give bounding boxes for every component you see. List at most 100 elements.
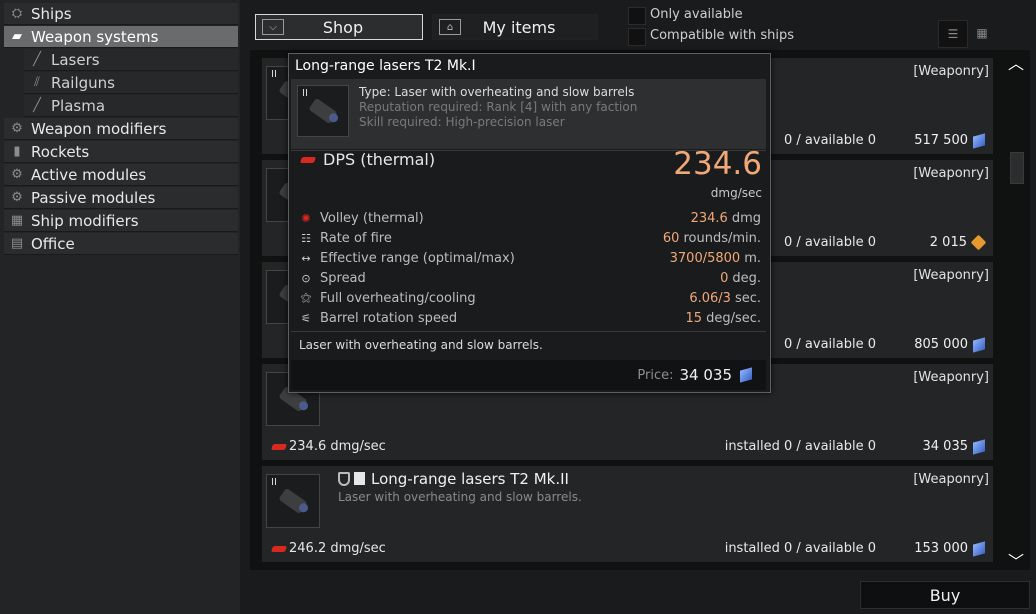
credits-icon — [973, 336, 985, 353]
heat-icon: ⚝ — [300, 291, 312, 304]
stat-unit: deg/sec. — [706, 310, 761, 326]
sidebar-item-passive-modules[interactable]: ⚙ Passive modules — [4, 187, 238, 209]
stat-label: Spread — [320, 270, 366, 286]
category-tag: [Weaponry] — [913, 472, 989, 487]
sidebar-item-label: Railguns — [51, 73, 115, 92]
sidebar-item-railguns[interactable]: ⫽ Railguns — [24, 72, 238, 94]
price-value: 517 500 — [914, 133, 968, 148]
office-icon: ▤ — [10, 236, 24, 251]
compatible-ships-label: Compatible with ships — [650, 28, 794, 43]
tab-shop[interactable]: ⌵ Shop — [255, 14, 423, 40]
gear-icon: ⚙ — [11, 121, 23, 136]
item-title: Long-range lasers T2 Mk.II — [338, 470, 569, 488]
divider — [291, 331, 766, 332]
list-view-icon: ☰ — [947, 27, 959, 41]
shop-icon: ⌵ — [262, 19, 284, 35]
only-available-label: Only available — [650, 7, 743, 22]
price-value: 805 000 — [914, 337, 968, 352]
sidebar-item-label: Active modules — [31, 165, 147, 184]
price-value: 153 000 — [914, 541, 968, 556]
tooltip-price-bar: Price: 34 035 — [291, 360, 766, 390]
sidebar-item-weapon-modifiers[interactable]: ⚙ Weapon modifiers — [4, 118, 238, 140]
only-available-checkbox[interactable] — [628, 7, 646, 25]
stat-value: 234.6 — [690, 210, 728, 226]
item-price: 153 000 — [914, 540, 985, 557]
list-view-button[interactable]: ☰ — [938, 20, 968, 48]
item-description: Laser with overheating and slow barrels. — [338, 490, 582, 504]
tooltip-title: Long-range lasers T2 Mk.I — [295, 58, 476, 74]
laser-barrel-icon — [278, 487, 308, 515]
dps-unit: dmg/sec — [710, 186, 762, 200]
sidebar-item-weapon-systems[interactable]: ▰ Weapon systems — [4, 26, 238, 48]
sidebar-item-active-modules[interactable]: ⚙ Active modules — [4, 164, 238, 186]
reputation-requirement: Reputation required: Rank [4] with any f… — [359, 100, 638, 114]
dps-value: 246.2 dmg/sec — [289, 541, 386, 556]
credits-icon — [973, 132, 985, 149]
dps-icon — [270, 443, 288, 450]
sidebar-item-label: Weapon modifiers — [31, 119, 167, 138]
price-label: Price: — [637, 367, 674, 383]
stat-value: 0 — [720, 270, 729, 286]
dps-value: 234.6 — [673, 146, 762, 182]
scroll-down-icon[interactable]: ﹀ — [1006, 550, 1026, 571]
stat-label: Effective range (optimal/max) — [320, 250, 515, 266]
item-tooltip: Long-range lasers T2 Mk.I II Type: Laser… — [288, 53, 771, 393]
dps-icon — [270, 545, 288, 552]
sidebar-item-label: Weapon systems — [31, 27, 159, 46]
sidebar-item-label: Ships — [31, 4, 72, 23]
stat-value: 60 — [662, 230, 680, 246]
range-icon: ↔ — [301, 251, 311, 265]
stat-spread: ⊙ Spread 0 deg. — [299, 269, 761, 287]
grid-view-icon: ▦ — [976, 26, 988, 40]
weapon-icon: ▰ — [12, 29, 22, 44]
category-tag: [Weaponry] — [913, 166, 989, 181]
spread-icon: ⊙ — [301, 271, 311, 285]
list-scrollbar[interactable]: ︿ ﹀ — [1006, 52, 1026, 571]
dps-value: 234.6 dmg/sec — [289, 439, 386, 454]
item-thumbnail: II — [297, 85, 349, 137]
sidebar-item-lasers[interactable]: ╱ Lasers — [24, 49, 238, 71]
dps-icon — [299, 156, 317, 163]
sidebar-item-ship-modifiers[interactable]: ▦ Ship modifiers — [4, 210, 238, 232]
sidebar-item-label: Rockets — [31, 142, 90, 161]
sidebar-item-label: Passive modules — [31, 188, 156, 207]
stat-label: Barrel rotation speed — [320, 310, 458, 326]
tier-label: II — [302, 88, 308, 99]
dps-label-text: DPS (thermal) — [323, 150, 436, 169]
item-price: 517 500 — [914, 132, 985, 149]
item-dps: 234.6 dmg/sec — [270, 439, 386, 454]
stat-label: Rate of fire — [320, 230, 392, 246]
dps-label: DPS (thermal) — [299, 150, 436, 169]
scrollbar-thumb[interactable] — [1010, 152, 1024, 184]
sidebar-item-label: Lasers — [51, 50, 100, 69]
credits-icon — [973, 438, 985, 455]
item-thumbnail: II — [266, 474, 320, 528]
stat-unit: dmg — [731, 210, 761, 226]
stat-unit: rounds/min. — [683, 230, 761, 246]
buy-button[interactable]: Buy — [860, 581, 1030, 609]
price-value: 34 035 — [679, 366, 733, 384]
skill-requirement: Skill required: High-precision laser — [359, 115, 565, 129]
sidebar-item-plasma[interactable]: ╱ Plasma — [24, 95, 238, 117]
compatible-ships-checkbox[interactable] — [628, 28, 646, 46]
sidebar-item-rockets[interactable]: ▮ Rockets — [4, 141, 238, 163]
rate-icon: ☷ — [301, 231, 311, 245]
stat-rate-of-fire: ☷ Rate of fire 60 rounds/min. — [299, 229, 761, 247]
grid-view-button[interactable]: ▦ — [968, 20, 996, 46]
laser-barrel-icon — [308, 97, 338, 125]
item-dps: 246.2 dmg/sec — [270, 541, 386, 556]
sidebar-item-office[interactable]: ▤ Office — [4, 233, 238, 255]
installed-count: 0 / available 0 — [784, 337, 876, 352]
scroll-up-icon[interactable]: ︿ — [1006, 52, 1026, 73]
stat-barrel-rotation: ⚟ Barrel rotation speed 15 deg/sec. — [299, 309, 761, 327]
gold-currency-icon — [970, 234, 987, 251]
tier-label: II — [271, 69, 277, 80]
price-value: 2 015 — [929, 235, 967, 250]
tooltip-description: Laser with overheating and slow barrels. — [299, 338, 543, 352]
item-price: 34 035 — [923, 438, 985, 455]
list-item[interactable]: II Long-range lasers T2 Mk.II Laser with… — [262, 466, 993, 562]
tab-my-items[interactable]: ⌂ My items — [432, 14, 598, 40]
sidebar-item-label: Office — [31, 234, 75, 253]
sidebar-item-ships[interactable]: ⛭ Ships — [4, 3, 238, 25]
stat-unit: deg. — [732, 270, 761, 286]
